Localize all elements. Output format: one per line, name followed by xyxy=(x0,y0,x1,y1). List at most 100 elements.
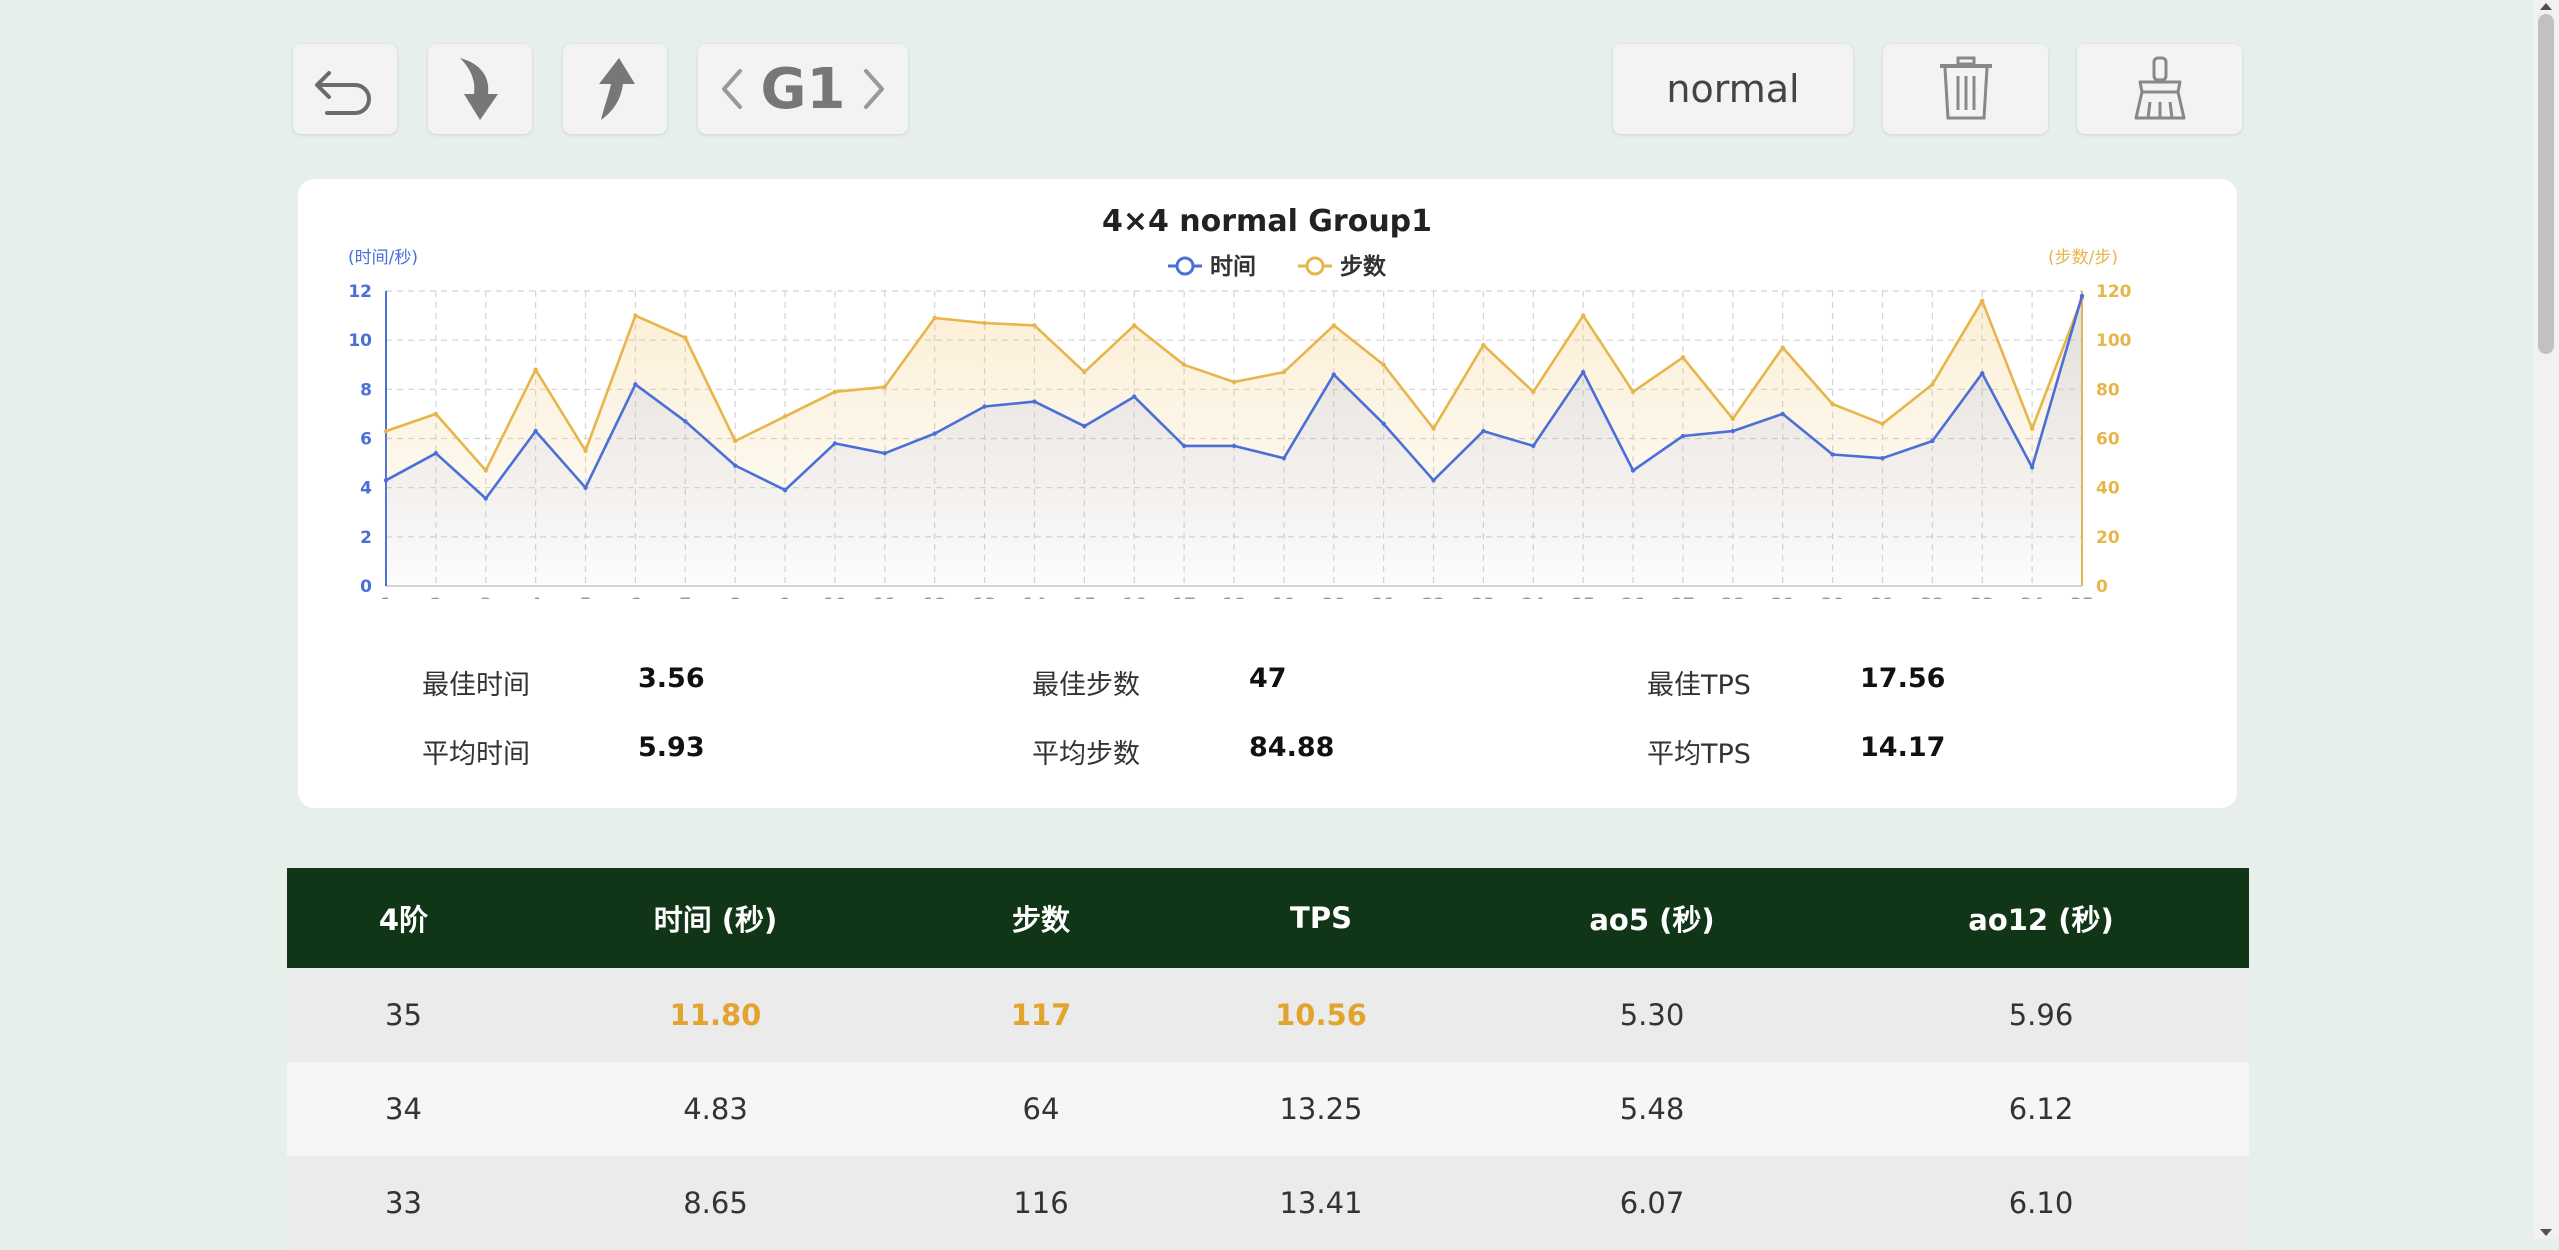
time-series-point xyxy=(1231,443,1237,449)
scroll-down-icon[interactable] xyxy=(2540,1229,2552,1236)
x-tick-label: 21 xyxy=(1372,595,1396,599)
moves-series-point xyxy=(1381,362,1386,367)
broom-icon xyxy=(2134,56,2185,120)
table-body: 35 11.80 117 10.56 5.30 5.96 34 4.83 64 13.25 5.48… xyxy=(287,968,2249,1250)
time-series-point xyxy=(1531,443,1536,449)
moves-series-point xyxy=(1730,416,1736,422)
x-tick-label: 14 xyxy=(1023,595,1047,599)
moves-series-point xyxy=(732,438,738,444)
x-tick-label: 8 xyxy=(729,595,741,599)
table-row[interactable]: 35 11.80 117 10.56 5.30 5.96 xyxy=(287,968,2249,1062)
time-series-point xyxy=(2079,293,2085,299)
left-tick-label: 12 xyxy=(348,282,372,302)
table-row[interactable]: 34 4.83 64 13.25 5.48 6.12 xyxy=(287,1062,2249,1156)
moves-series-point xyxy=(1580,313,1586,318)
time-series-point xyxy=(732,463,738,468)
move-up-button[interactable] xyxy=(563,44,667,134)
x-tick-label: 30 xyxy=(1821,595,1845,599)
x-tick-label: 26 xyxy=(1621,595,1645,599)
moves-series-point xyxy=(1630,389,1636,394)
time-series-point xyxy=(683,419,688,424)
left-axis-label: (时间/秒) xyxy=(348,248,418,268)
x-tick-label: 29 xyxy=(1771,595,1795,599)
time-series-point xyxy=(932,431,937,436)
scroll-up-icon[interactable] xyxy=(2540,3,2552,10)
table-header: 4阶 时间 (秒) 步数 TPS ao5 (秒) ao12 (秒) xyxy=(287,868,2249,968)
moves-series-point xyxy=(832,389,838,394)
move-down-button[interactable] xyxy=(428,44,532,134)
best-moves-label: 最佳步数 xyxy=(1032,670,1140,701)
x-tick-label: 23 xyxy=(1472,595,1496,599)
cell-ao12: 6.10 xyxy=(2008,1186,2074,1220)
mode-button[interactable]: normal xyxy=(1613,44,1853,134)
delete-button[interactable] xyxy=(1883,44,2048,134)
x-tick-label: 27 xyxy=(1671,595,1695,599)
avg-time-value: 5.93 xyxy=(638,732,705,763)
x-tick-label: 25 xyxy=(1571,595,1595,599)
right-tick-label: 100 xyxy=(2096,331,2132,351)
moves-series-point xyxy=(1531,389,1536,394)
moves-series-point xyxy=(1680,355,1686,360)
left-tick-label: 2 xyxy=(360,528,372,548)
time-series-point xyxy=(1580,369,1586,375)
cell-ao5: 5.30 xyxy=(1619,998,1685,1032)
time-series-point xyxy=(1730,428,1736,434)
moves-series-point xyxy=(882,384,888,390)
x-tick-label: 13 xyxy=(973,595,997,599)
legend-time-label: 时间 xyxy=(1210,254,1256,280)
cell-moves: 116 xyxy=(1013,1186,1069,1220)
x-tick-label: 20 xyxy=(1322,595,1346,599)
chevron-right-icon[interactable] xyxy=(862,67,886,111)
x-tick-label: 11 xyxy=(873,595,897,599)
table-row[interactable]: 33 8.65 116 13.41 6.07 6.10 xyxy=(287,1156,2249,1250)
x-tick-label: 9 xyxy=(779,595,791,599)
moves-series-point xyxy=(633,313,638,318)
moves-series-point xyxy=(1032,323,1037,328)
moves-series-point xyxy=(383,428,389,434)
time-series-point xyxy=(1880,455,1885,461)
time-series-point xyxy=(832,441,838,446)
avg-moves-value: 84.88 xyxy=(1249,732,1335,763)
mode-label: normal xyxy=(1666,67,1800,111)
moves-series-point xyxy=(1830,401,1835,407)
x-tick-label: 16 xyxy=(1122,595,1146,599)
moves-series-point xyxy=(683,335,688,340)
left-tick-label: 4 xyxy=(360,479,372,499)
moves-series-point xyxy=(583,448,588,453)
col-header-ao12: ao12 (秒) xyxy=(1968,903,2114,937)
cell-time: 4.83 xyxy=(683,1092,748,1126)
moves-series-point xyxy=(2029,426,2035,431)
avg-tps-value: 14.17 xyxy=(1860,732,1946,763)
time-series-point xyxy=(1630,468,1636,473)
col-header-tps: TPS xyxy=(1290,901,1352,935)
moves-series-point xyxy=(533,367,538,372)
time-series-point xyxy=(982,404,987,409)
solves-table: 4阶 时间 (秒) 步数 TPS ao5 (秒) ao12 (秒) 35 11.8… xyxy=(287,868,2249,1250)
time-series-point xyxy=(1381,421,1386,426)
cell-index: 33 xyxy=(385,1186,422,1220)
col-header-time: 时间 (秒) xyxy=(653,903,778,937)
cell-index: 34 xyxy=(385,1092,422,1126)
clear-button[interactable] xyxy=(2077,44,2242,134)
moves-series-point xyxy=(1231,379,1237,385)
moves-series-point xyxy=(483,468,488,473)
right-tick-label: 20 xyxy=(2096,528,2120,548)
time-series-point xyxy=(1680,433,1686,439)
right-tick-label: 80 xyxy=(2096,380,2120,400)
x-tick-label: 17 xyxy=(1172,595,1196,599)
time-series-point xyxy=(782,487,788,493)
group-selector[interactable]: G1 xyxy=(698,44,908,134)
undo-button[interactable] xyxy=(293,44,397,134)
scroll-thumb[interactable] xyxy=(2538,14,2554,354)
right-tick-label: 40 xyxy=(2096,479,2120,499)
chevron-left-icon[interactable] xyxy=(720,67,744,111)
undo-icon xyxy=(315,71,371,115)
time-series-point xyxy=(483,496,488,501)
x-tick-label: 28 xyxy=(1721,595,1745,599)
moves-series-point xyxy=(1930,382,1935,387)
page-scrollbar[interactable] xyxy=(2533,0,2559,1239)
moves-series-point xyxy=(433,411,439,417)
time-series-point xyxy=(1181,443,1187,449)
x-tick-label: 33 xyxy=(1970,595,1994,599)
time-series-point xyxy=(1930,438,1935,444)
